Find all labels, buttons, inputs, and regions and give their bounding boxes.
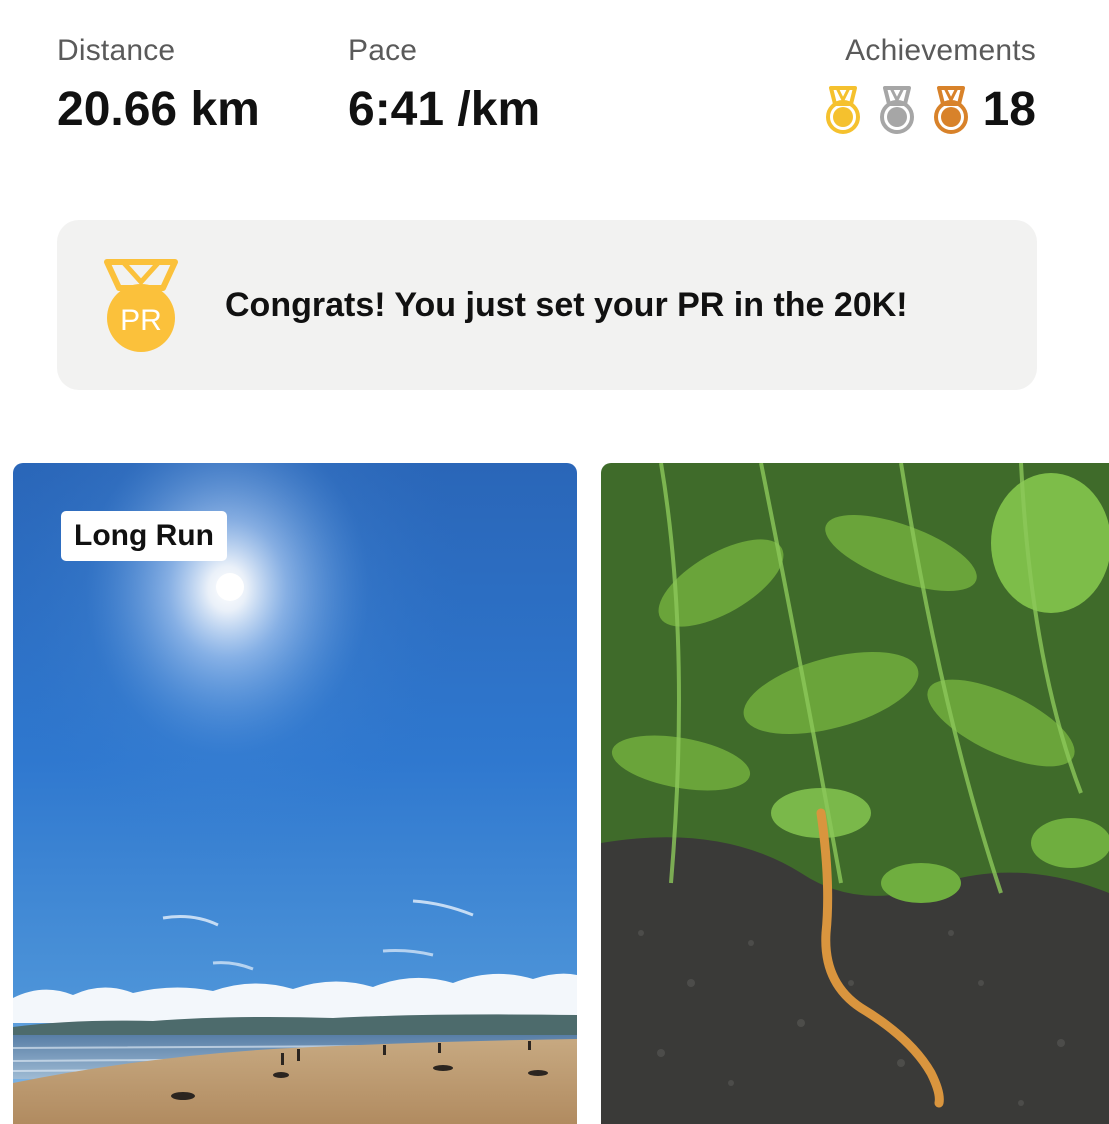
achievements-stat[interactable]: Achievements 18 [817, 32, 1036, 140]
pr-message: Congrats! You just set your PR in the 20… [225, 285, 908, 324]
pr-medal-text: PR [120, 304, 162, 337]
long-run-tag: Long Run [61, 511, 227, 561]
pr-banner[interactable]: PR Congrats! You just set your PR in the… [57, 220, 1037, 390]
grass-slowworm-photo[interactable] [601, 463, 1109, 1124]
pace-value: 6:41 /km [348, 83, 541, 136]
pr-medal-icon: PR [97, 256, 185, 360]
distance-value: 20.66 km [57, 83, 260, 136]
achievements-label: Achievements [845, 34, 1036, 67]
achievements-medals[interactable]: 18 [817, 80, 1036, 140]
distance-label: Distance [57, 34, 176, 67]
pace-label: Pace [348, 34, 418, 67]
distance-stat: Distance 20.66 km [57, 32, 260, 140]
gold-medal-icon [817, 84, 869, 136]
beach-photo[interactable]: Long Run [13, 463, 577, 1124]
silver-medal-icon [871, 84, 923, 136]
achievements-count: 18 [982, 83, 1036, 136]
pace-stat: Pace 6:41 /km [348, 32, 540, 140]
bronze-medal-icon [925, 84, 977, 136]
